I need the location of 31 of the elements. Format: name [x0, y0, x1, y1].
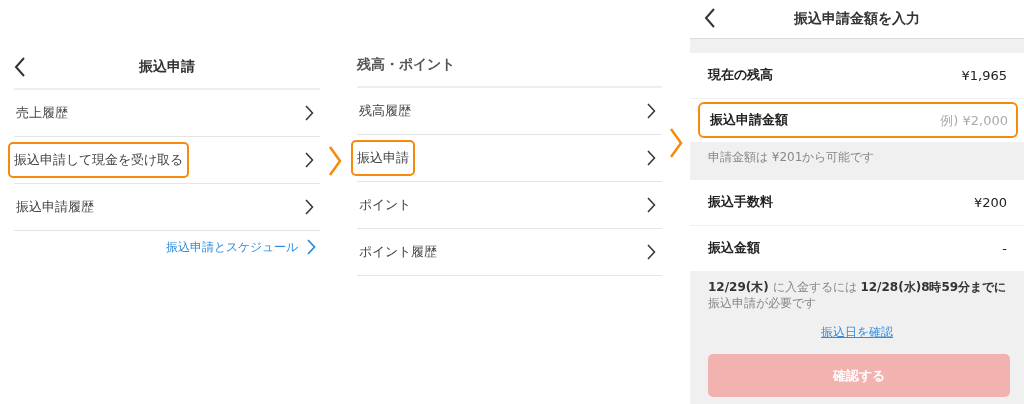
back-icon[interactable]: [14, 57, 26, 77]
chevron-right-icon: [646, 103, 656, 119]
field-value: -: [1002, 241, 1007, 256]
field-label: 振込申請金額: [710, 111, 788, 129]
screen-title: 残高・ポイント: [357, 56, 455, 74]
field-value: ¥200: [973, 195, 1007, 210]
chevron-right-icon: [646, 244, 656, 260]
chevron-right-icon: [304, 152, 314, 168]
amount-input[interactable]: 例) ¥2,000: [898, 112, 1008, 128]
menu-item[interactable]: ポイント履歴: [357, 234, 439, 270]
hint-text: 申請金額は ¥201から可能です: [707, 148, 876, 166]
deadline-notice: 12/29(木) に入金するには 12/28(水)8時59分までに振込申請が必要です: [707, 279, 1008, 312]
menu-item[interactable]: 残高履歴: [357, 93, 413, 129]
chevron-right-icon: [304, 105, 314, 121]
menu-item[interactable]: 振込申請履歴: [14, 189, 96, 225]
menu-item[interactable]: 振込申請して現金を受け取る: [8, 142, 189, 178]
screen-title: 振込申請金額を入力: [794, 10, 920, 28]
menu-item[interactable]: ポイント: [357, 187, 413, 223]
field-label: 振込金額: [708, 240, 760, 257]
field-label: 振込手数料: [708, 194, 773, 211]
menu-item[interactable]: 売上履歴: [14, 95, 70, 131]
field-value: ¥1,965: [961, 68, 1007, 83]
chevron-right-icon: [306, 239, 316, 255]
chevron-right-icon: [646, 197, 656, 213]
chevron-right-icon: [646, 150, 656, 166]
field-label: 現在の残高: [708, 67, 773, 84]
menu-item[interactable]: 振込申請: [351, 140, 415, 176]
back-icon[interactable]: [704, 8, 716, 28]
screen-title: 振込申請: [139, 58, 195, 76]
schedule-link[interactable]: 振込申請とスケジュール: [166, 238, 298, 256]
chevron-right-icon: [304, 199, 314, 215]
